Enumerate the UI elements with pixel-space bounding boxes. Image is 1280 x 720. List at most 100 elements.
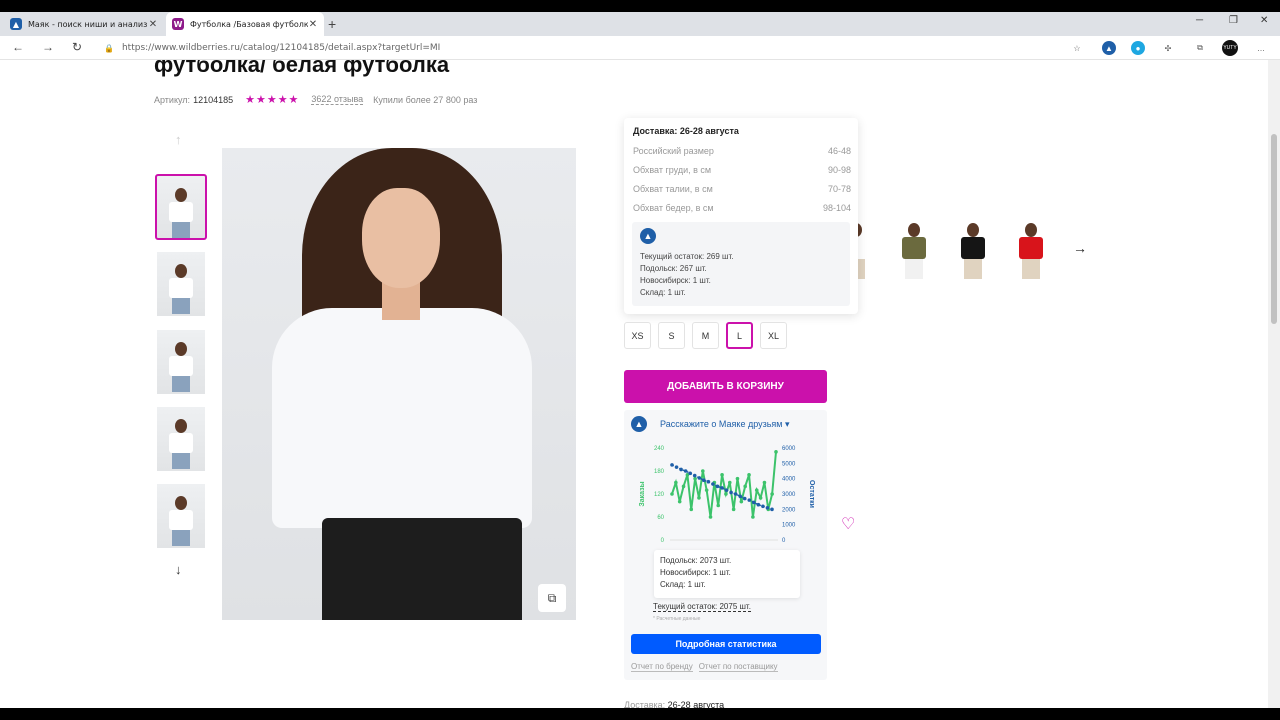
address-bar: ← → ↻ 🔒 https://www.wildberries.ru/catal… bbox=[0, 36, 1280, 60]
lock-icon: 🔒 bbox=[104, 43, 114, 53]
bought-count: Купили более 27 800 раз bbox=[373, 94, 478, 105]
mayak-logo-icon: ▲ bbox=[631, 416, 647, 432]
product-title: футболка/ белая футболка bbox=[154, 60, 450, 77]
brand-report-link[interactable]: Отчет по бренду bbox=[631, 662, 693, 672]
data-point bbox=[758, 496, 763, 500]
share-link[interactable]: Расскажите о Маяке друзьям ▾ bbox=[660, 419, 790, 430]
data-point bbox=[738, 494, 742, 499]
zoom-icon[interactable]: ⧉ bbox=[538, 584, 566, 612]
data-point bbox=[754, 488, 759, 492]
size-option-xs[interactable]: XS bbox=[624, 322, 651, 349]
close-window-icon[interactable]: ✕ bbox=[1260, 15, 1268, 26]
page-scrollbar[interactable] bbox=[1268, 60, 1280, 708]
tooltip-line: Подольск: 2073 шт. bbox=[660, 556, 732, 565]
size-row: Обхват бедер, в см 98-104 bbox=[633, 203, 851, 213]
thumbnail[interactable] bbox=[155, 174, 207, 240]
y2-tick-label: 6000 bbox=[782, 446, 796, 452]
add-to-cart-button[interactable]: ДОБАВИТЬ В КОРЗИНУ bbox=[624, 370, 827, 403]
size-option-m[interactable]: M bbox=[692, 322, 719, 349]
product-page: футболка/ белая футболка Артикул: 121041… bbox=[0, 60, 1268, 708]
size-selector: XS S M L XL bbox=[624, 322, 794, 349]
data-point bbox=[701, 469, 705, 473]
data-point bbox=[739, 499, 744, 504]
size-option-s[interactable]: S bbox=[658, 322, 685, 349]
data-point bbox=[715, 484, 720, 489]
y-tick-label: 60 bbox=[657, 515, 664, 521]
data-point bbox=[743, 484, 747, 489]
data-point bbox=[677, 499, 682, 504]
favorite-star-icon[interactable]: ☆ bbox=[1070, 41, 1084, 55]
more-menu-icon[interactable]: … bbox=[1254, 41, 1268, 55]
color-variant[interactable] bbox=[1007, 217, 1055, 281]
extensions-puzzle-icon[interactable]: ✣ bbox=[1161, 41, 1175, 55]
next-colors-arrow-icon[interactable]: → bbox=[1073, 240, 1087, 256]
back-icon[interactable]: ← bbox=[12, 40, 24, 54]
data-point bbox=[683, 469, 688, 473]
y2-tick-label: 3000 bbox=[782, 492, 796, 498]
y-tick-label: 0 bbox=[661, 538, 665, 544]
reviews-link[interactable]: 3622 отзыва bbox=[311, 94, 364, 105]
close-tab-icon[interactable]: ✕ bbox=[308, 19, 318, 30]
favorite-heart-icon[interactable]: ♡ bbox=[841, 514, 855, 534]
stock-line: Новосибирск: 1 шт. bbox=[640, 276, 711, 285]
thumbs-up-arrow-icon[interactable]: ↑ bbox=[175, 132, 182, 147]
detailed-stats-button[interactable]: Подробная статистика bbox=[631, 634, 821, 654]
data-point bbox=[681, 484, 686, 489]
data-point bbox=[693, 476, 697, 481]
reload-icon[interactable]: ↻ bbox=[72, 40, 82, 54]
profile-avatar[interactable]: YUTY bbox=[1222, 40, 1238, 56]
url-field[interactable]: 🔒 https://www.wildberries.ru/catalog/121… bbox=[104, 39, 1094, 57]
stock-tooltip: Подольск: 2073 шт. Новосибирск: 1 шт. Ск… bbox=[654, 550, 800, 598]
size-option-l[interactable]: L bbox=[726, 322, 753, 349]
data-point bbox=[720, 473, 724, 477]
data-point bbox=[752, 500, 756, 505]
stock-info: ▲ Текущий остаток: 269 шт. Подольск: 267… bbox=[632, 222, 850, 306]
close-tab-icon[interactable]: ✕ bbox=[148, 19, 158, 30]
thumbnail[interactable] bbox=[157, 252, 205, 316]
mayak-widget: ▲ Расскажите о Маяке друзьям ▾ 240 180 120… bbox=[624, 410, 827, 680]
stock-line: Текущий остаток: 269 шт. bbox=[640, 252, 734, 261]
url-text: https://www.wildberries.ru/catalog/12104… bbox=[121, 43, 441, 53]
collections-icon[interactable]: ⧉ bbox=[1193, 41, 1207, 55]
mayak-extension-icon[interactable]: ▲ bbox=[1102, 41, 1116, 55]
popup-delivery: Доставка: 26-28 августа bbox=[633, 126, 739, 136]
orders-stock-chart: 240 180 120 60 0 6000 5000 4000 3000 2000 1000 0 Зак… bbox=[639, 446, 815, 544]
estimate-note: * Расчетные данные bbox=[653, 616, 701, 622]
data-point bbox=[735, 476, 740, 481]
product-photo[interactable]: ⧉ bbox=[222, 148, 576, 620]
delivery-label: Доставка: bbox=[624, 700, 666, 708]
current-stock: Текущий остаток: 2075 шт. bbox=[653, 602, 751, 612]
data-point bbox=[674, 480, 678, 485]
data-point bbox=[689, 507, 694, 512]
product-meta: Артикул: 12104185 ★★★★★ 3622 отзыва Купи… bbox=[154, 93, 477, 106]
data-point bbox=[697, 496, 701, 500]
tab-mayak[interactable]: ▲ Маяк - поиск ниши и анализ ко ✕ bbox=[4, 12, 164, 36]
size-option-xl[interactable]: XL bbox=[760, 322, 787, 349]
extension-icon[interactable]: ● bbox=[1131, 41, 1145, 55]
data-point bbox=[747, 498, 752, 502]
thumbnail[interactable] bbox=[157, 330, 205, 394]
restore-icon[interactable]: ❐ bbox=[1229, 15, 1238, 26]
size-row: Обхват талии, в см 70-78 bbox=[633, 184, 851, 194]
color-variant[interactable] bbox=[890, 217, 938, 281]
thumbnail[interactable] bbox=[157, 484, 205, 548]
color-variant[interactable] bbox=[949, 217, 997, 281]
data-point bbox=[724, 492, 728, 496]
data-point bbox=[756, 502, 761, 507]
y2-tick-label: 5000 bbox=[782, 461, 796, 467]
tab-wildberries[interactable]: W Футболка /Базовая футболка/ ж ✕ bbox=[166, 12, 324, 36]
tooltip-line: Новосибирск: 1 шт. bbox=[660, 568, 731, 577]
minimize-icon[interactable]: ─ bbox=[1196, 15, 1203, 26]
tab-title: Футболка /Базовая футболка/ ж bbox=[190, 19, 308, 29]
thumbs-down-arrow-icon[interactable]: ↓ bbox=[175, 562, 182, 577]
forward-icon[interactable]: → bbox=[42, 40, 54, 54]
data-point bbox=[706, 479, 711, 484]
new-tab-icon[interactable]: + bbox=[328, 16, 336, 32]
y-tick-label: 120 bbox=[654, 492, 665, 498]
data-point bbox=[770, 492, 774, 496]
y2-tick-label: 4000 bbox=[782, 477, 796, 483]
supplier-report-link[interactable]: Отчет по поставщику bbox=[698, 662, 778, 672]
report-links: Отчет по бренду Отчет по поставщику bbox=[631, 662, 784, 672]
tab-bar: ▲ Маяк - поиск ниши и анализ ко ✕ W Футб… bbox=[0, 12, 1280, 36]
thumbnail[interactable] bbox=[157, 407, 205, 471]
